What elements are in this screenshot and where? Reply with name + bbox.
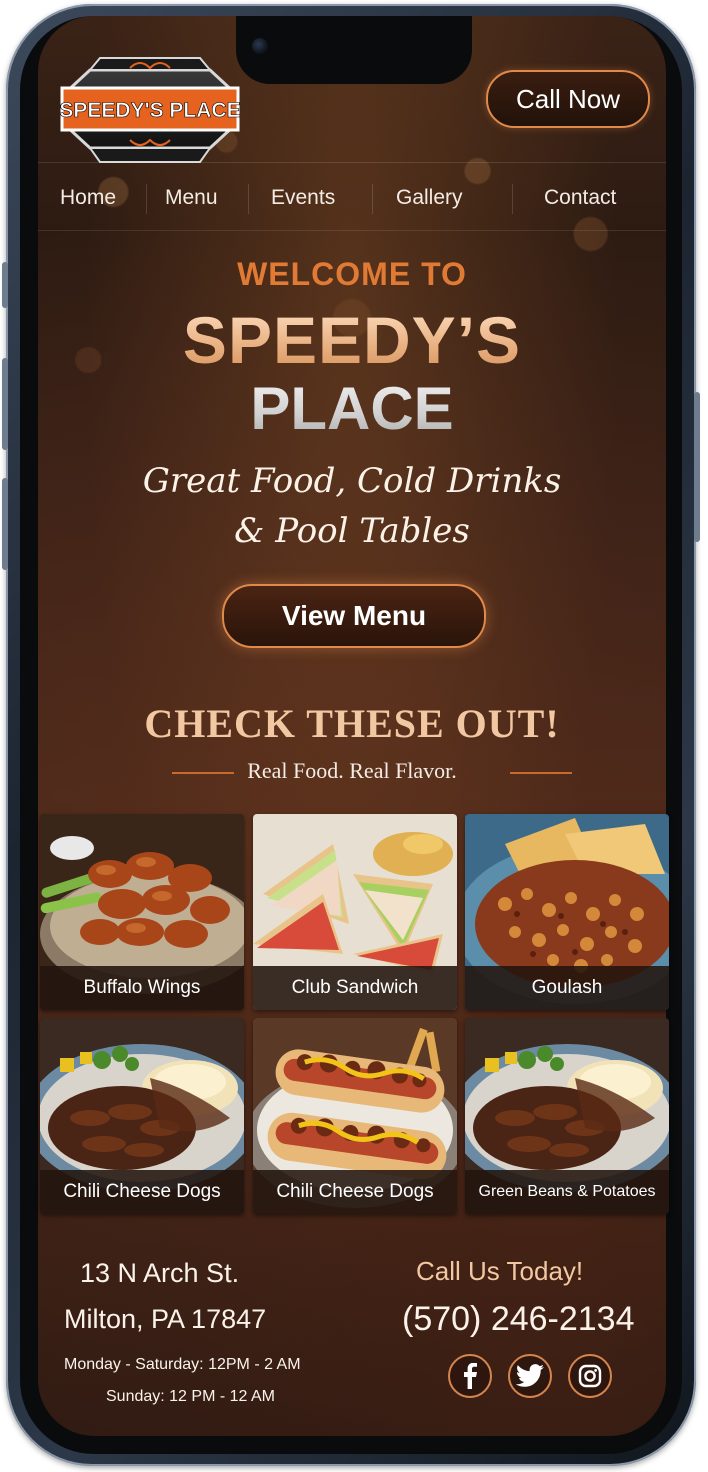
notch [236,16,472,84]
main-nav: Home Menu Events Gallery Contact [38,172,666,224]
featured-subheading: Real Food. Real Flavor. [247,758,457,783]
nav-divider [372,184,373,214]
camera [252,38,268,54]
food-card-chili-cheese-dogs[interactable]: Chili Cheese Dogs [40,1018,244,1214]
nav-item-gallery[interactable]: Gallery [396,186,463,210]
volume-down-button [2,478,8,570]
featured-heading: CHECK THESE OUT! [144,701,560,746]
food-card-goulash[interactable]: Goulash [465,814,669,1010]
nav-divider [146,184,147,214]
hero-title-line1: SPEEDY’S [38,302,666,378]
nav-divider [512,184,513,214]
nav-item-home[interactable]: Home [60,186,116,210]
logo-text: SPEEDY'S PLACE [60,99,240,122]
food-card-label: Buffalo Wings [40,966,244,1010]
hero-tagline-line1: Great Food, Cold Drinks [142,461,562,501]
nav-divider [248,184,249,214]
logo[interactable]: SPEEDY'S PLACE [59,50,241,168]
address-street: 13 N Arch St. [80,1258,240,1288]
divider-line-right [510,772,572,774]
featured-subheading-row: Real Food. Real Flavor. [38,756,666,786]
instagram-icon[interactable] [568,1354,612,1398]
nav-item-events[interactable]: Events [271,186,335,210]
hero-title-line2: PLACE [38,374,666,443]
hours-weekday: Monday - Saturday: 12PM - 2 AM [64,1356,301,1373]
food-card-green-beans-potatoes[interactable]: Green Beans & Potatoes [465,1018,669,1214]
view-menu-button[interactable]: View Menu [222,584,486,648]
hero-welcome: WELCOME TO [237,256,467,292]
food-card-label: Goulash [465,966,669,1010]
call-heading: Call Us Today! [416,1256,584,1286]
nav-divider-bottom [38,230,666,231]
twitter-icon[interactable] [508,1354,552,1398]
food-card-label: Chili Cheese Dogs [40,1170,244,1214]
header-divider [38,162,666,163]
food-card-club-sandwich[interactable]: Club Sandwich [253,814,457,1010]
volume-up-button [2,358,8,450]
food-card-label: Chili Cheese Dogs [253,1170,457,1214]
food-card-label: Club Sandwich [253,966,457,1010]
mute-switch [2,262,8,308]
food-card-chili-cheese-dogs-2[interactable]: Chili Cheese Dogs [253,1018,457,1214]
phone-number-link[interactable]: (570) 246-2134 [402,1300,635,1339]
call-now-button[interactable]: Call Now [486,70,650,128]
hero-tagline-line2: & Pool Tables [234,511,470,551]
nav-item-menu[interactable]: Menu [165,186,218,210]
facebook-icon[interactable] [448,1354,492,1398]
hero-tagline: Great Food, Cold Drinks & Pool Tables [38,456,666,556]
hours-sunday: Sunday: 12 PM - 12 AM [106,1388,275,1405]
food-card-buffalo-wings[interactable]: Buffalo Wings [40,814,244,1010]
food-card-label: Green Beans & Potatoes [465,1170,669,1214]
power-button [694,392,700,542]
nav-item-contact[interactable]: Contact [544,186,616,210]
address-city: Milton, PA 17847 [64,1304,267,1334]
